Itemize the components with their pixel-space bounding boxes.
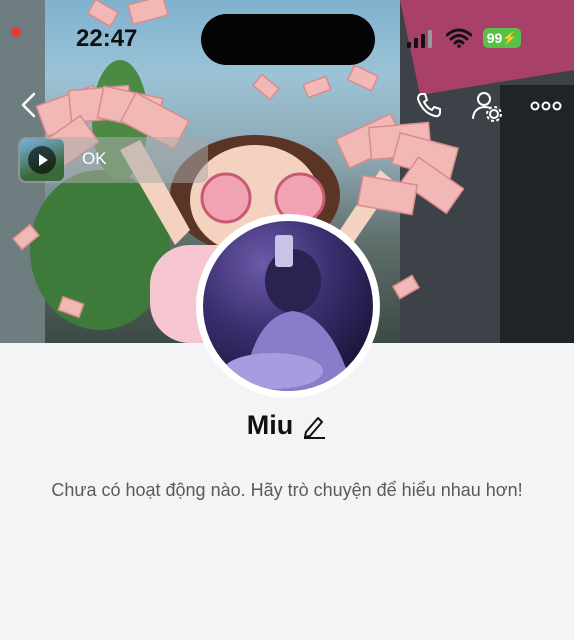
media-chip[interactable]: OK — [18, 137, 208, 183]
battery-level: 99 — [486, 30, 503, 46]
signal-icon — [407, 30, 432, 48]
media-thumbnail — [20, 139, 64, 181]
play-icon — [28, 146, 56, 174]
recording-dot — [11, 27, 21, 37]
battery-icon: 99 ⚡ — [483, 28, 521, 48]
back-icon[interactable] — [18, 92, 40, 118]
user-settings-icon[interactable] — [471, 90, 503, 122]
call-icon[interactable] — [414, 90, 444, 120]
media-label: OK — [82, 149, 107, 168]
empty-activity-message: Chưa có hoạt động nào. Hãy trò chuyện để… — [51, 480, 523, 500]
status-bar: 22:47 99 ⚡ — [0, 0, 574, 76]
avatar-photo — [223, 235, 353, 391]
avatar[interactable] — [203, 221, 373, 391]
profile-name: Miu — [246, 410, 294, 440]
name-row: Miu — [0, 410, 574, 441]
status-time: 22:47 — [76, 25, 138, 52]
wifi-icon — [446, 28, 472, 48]
edit-icon[interactable] — [301, 413, 327, 439]
dynamic-island — [201, 14, 375, 65]
more-icon[interactable] — [530, 90, 562, 122]
